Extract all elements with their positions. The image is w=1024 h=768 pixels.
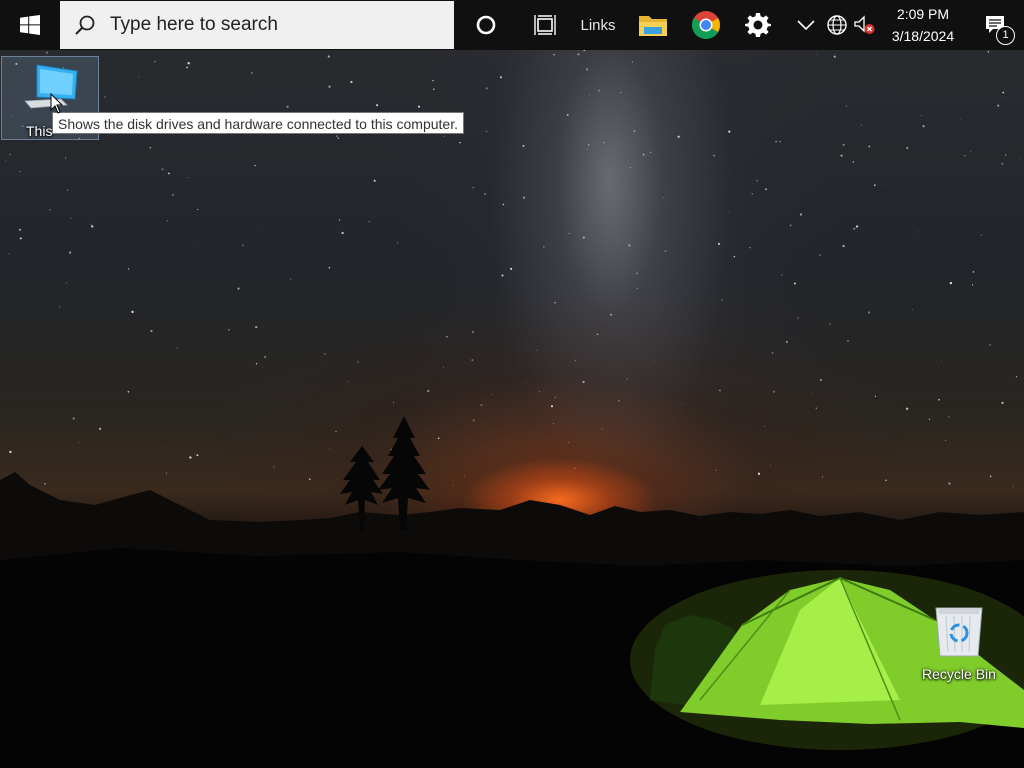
chrome-icon [692, 11, 720, 39]
show-hidden-icons-button[interactable] [788, 0, 824, 50]
action-center-button[interactable]: 1 [966, 0, 1024, 50]
links-toolbar-button[interactable]: Links [574, 0, 622, 50]
volume-button[interactable] [850, 0, 880, 50]
chrome-button[interactable] [680, 0, 732, 50]
this-pc-label: This [26, 123, 53, 139]
start-button[interactable] [0, 0, 60, 50]
mouse-cursor-icon [50, 93, 64, 114]
cortana-button[interactable] [456, 0, 516, 50]
file-explorer-button[interactable] [626, 0, 680, 50]
recycle-bin-icon [935, 607, 983, 657]
cortana-circle-icon [476, 15, 496, 35]
globe-network-icon [827, 15, 847, 35]
task-view-icon [534, 15, 556, 35]
notification-count-badge: 1 [996, 26, 1015, 45]
folder-icon [639, 16, 667, 36]
taskbar-search-box[interactable] [60, 1, 454, 49]
search-input[interactable] [108, 13, 432, 37]
chevron-down-icon [797, 20, 815, 31]
task-view-button[interactable] [516, 0, 574, 50]
this-pc-tooltip: Shows the disk drives and hardware conne… [52, 112, 464, 134]
settings-button[interactable] [732, 0, 784, 50]
taskbar: Links [0, 0, 1024, 50]
recycle-bin-label: Recycle Bin [922, 666, 996, 682]
gear-icon [745, 13, 771, 37]
speaker-muted-icon [854, 15, 875, 34]
clock[interactable]: 2:09 PM 3/18/2024 [880, 0, 966, 50]
recycle-bin-desktop-icon[interactable]: Recycle Bin [910, 602, 1008, 686]
search-icon [75, 15, 95, 35]
clock-time: 2:09 PM [896, 6, 950, 22]
network-button[interactable] [824, 0, 850, 50]
clock-date: 3/18/2024 [891, 28, 955, 44]
windows-logo-icon [20, 15, 40, 35]
desktop[interactable]: This Recycle Bin Shows the disk drives a… [0, 0, 1024, 768]
